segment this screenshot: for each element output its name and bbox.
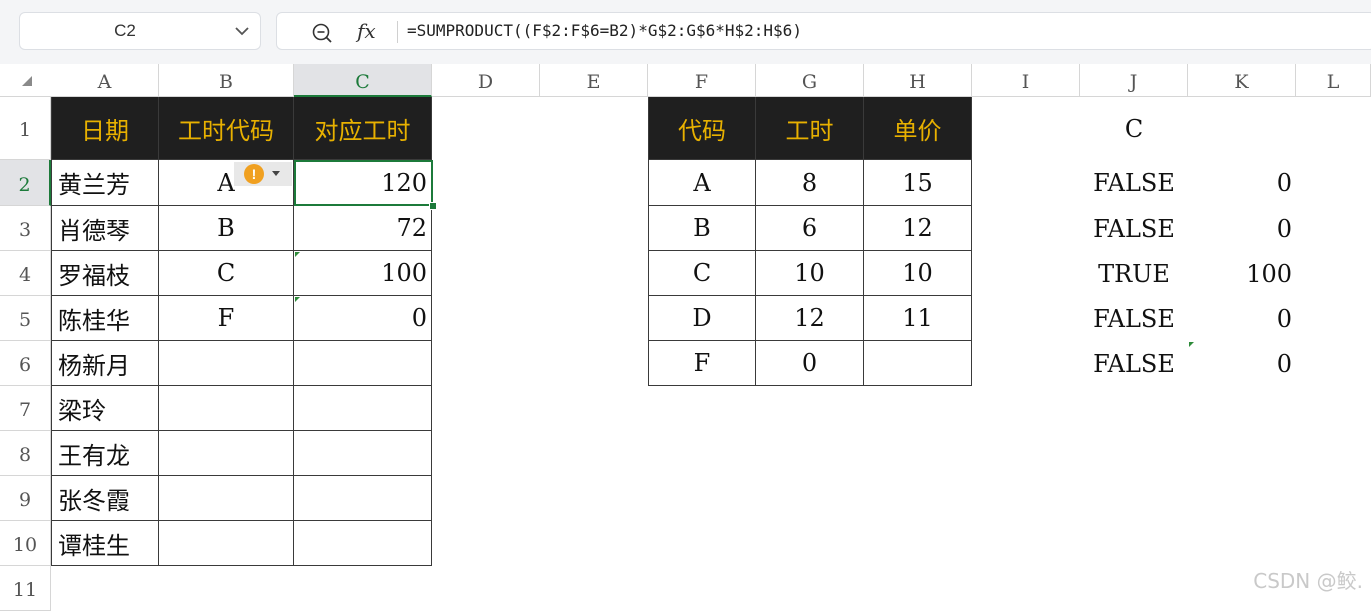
table2-cell[interactable]: 10 (864, 251, 972, 296)
table2-cell[interactable] (864, 341, 972, 386)
table1-code-cell[interactable]: B (159, 206, 294, 251)
table1-code-cell[interactable]: F (159, 296, 294, 341)
column-header-f[interactable]: F (648, 64, 756, 97)
select-all-icon (22, 76, 32, 86)
k-value-cell[interactable]: 0 (1188, 341, 1296, 386)
table2-cell[interactable]: A (648, 160, 756, 206)
zoom-out-icon[interactable] (311, 22, 333, 44)
error-triangle-icon (1189, 342, 1194, 347)
table2-header[interactable]: 单价 (864, 97, 972, 160)
name-box[interactable]: C2 (19, 12, 261, 50)
row-header-7[interactable]: 7 (0, 386, 51, 431)
j-bool-cell[interactable]: FALSE (1080, 296, 1188, 341)
j-bool-cell[interactable]: TRUE (1080, 251, 1188, 296)
formula-divider (397, 21, 398, 43)
row-header-6[interactable]: 6 (0, 341, 51, 386)
table1-hours-cell[interactable]: 72 (294, 206, 432, 251)
row-header-5[interactable]: 5 (0, 296, 51, 341)
j-bool-cell[interactable]: FALSE (1080, 160, 1188, 206)
table1-hours-cell[interactable]: 100 (294, 251, 432, 296)
table2-cell[interactable]: C (648, 251, 756, 296)
table2-cell[interactable]: 12 (864, 206, 972, 251)
table1-code-cell[interactable] (159, 476, 294, 521)
table1-name-cell[interactable]: 梁玲 (51, 386, 159, 431)
j-bool-cell[interactable]: FALSE (1080, 206, 1188, 251)
table2-header[interactable]: 代码 (648, 97, 756, 160)
table2-cell[interactable]: 0 (756, 341, 864, 386)
k-value-cell[interactable]: 0 (1188, 206, 1296, 251)
table2-cell[interactable]: 15 (864, 160, 972, 206)
table1-hours-cell[interactable]: 120 (294, 160, 432, 206)
j-bool-cell[interactable]: FALSE (1080, 341, 1188, 386)
table1-hours-cell[interactable]: 0 (294, 296, 432, 341)
row-header-10[interactable]: 10 (0, 521, 51, 566)
table1-hours-cell[interactable] (294, 341, 432, 386)
column-header-l[interactable]: L (1296, 64, 1371, 97)
table1-header[interactable]: 工时代码 (159, 97, 294, 160)
formula-bar[interactable]: fx =SUMPRODUCT((F$2:F$6=B2)*G$2:G$6*H$2:… (276, 12, 1371, 50)
column-header-e[interactable]: E (540, 64, 648, 97)
table1-name-cell[interactable]: 黄兰芳 (51, 160, 159, 206)
fx-icon[interactable]: fx (357, 17, 376, 45)
table1-name-cell[interactable]: 张冬霞 (51, 476, 159, 521)
k-value-cell[interactable]: 0 (1188, 296, 1296, 341)
table2-header[interactable]: 工时 (756, 97, 864, 160)
table1-hours-cell[interactable] (294, 521, 432, 566)
row-header-3[interactable]: 3 (0, 206, 51, 251)
table1-name-cell[interactable]: 肖德琴 (51, 206, 159, 251)
row-header-4[interactable]: 4 (0, 251, 51, 296)
table2-cell[interactable]: F (648, 341, 756, 386)
table2-cell[interactable]: 6 (756, 206, 864, 251)
k-value-cell[interactable]: 0 (1188, 160, 1296, 206)
row-header-9[interactable]: 9 (0, 476, 51, 521)
column-header-j[interactable]: J (1080, 64, 1188, 97)
column-header-c[interactable]: C (294, 64, 432, 97)
watermark: CSDN @鲛. (1253, 569, 1363, 593)
table1-code-cell[interactable] (159, 341, 294, 386)
table1-name-cell[interactable]: 王有龙 (51, 431, 159, 476)
column-header-a[interactable]: A (51, 64, 159, 97)
table1-code-cell[interactable] (159, 386, 294, 431)
table2-cell[interactable]: 10 (756, 251, 864, 296)
table2-cell[interactable]: 11 (864, 296, 972, 341)
column-header-g[interactable]: G (756, 64, 864, 97)
column-header-h[interactable]: H (864, 64, 972, 97)
table1-hours-cell[interactable] (294, 476, 432, 521)
row-header-2[interactable]: 2 (0, 160, 51, 206)
table1-name-cell[interactable]: 谭桂生 (51, 521, 159, 566)
table1-name-cell[interactable]: 罗福枝 (51, 251, 159, 296)
row-header-11[interactable]: 11 (0, 566, 51, 611)
table1-name-cell[interactable]: 杨新月 (51, 341, 159, 386)
column-header-k[interactable]: K (1188, 64, 1296, 97)
error-triangle-icon (295, 297, 300, 302)
table2-cell[interactable]: 12 (756, 296, 864, 341)
table1-hours-cell[interactable] (294, 431, 432, 476)
table1-name-cell[interactable]: 陈桂华 (51, 296, 159, 341)
row-header-8[interactable]: 8 (0, 431, 51, 476)
table1-code-cell[interactable]: C (159, 251, 294, 296)
row-header-1[interactable]: 1 (0, 97, 51, 160)
j1-cell[interactable]: C (1080, 97, 1188, 160)
table1-hours-cell[interactable] (294, 386, 432, 431)
chevron-down-icon[interactable] (234, 24, 250, 38)
table1-header[interactable]: 对应工时 (294, 97, 432, 160)
table1-code-cell[interactable] (159, 431, 294, 476)
table2-cell[interactable]: 8 (756, 160, 864, 206)
error-indicator[interactable]: ! (234, 162, 292, 186)
column-header-i[interactable]: I (972, 64, 1080, 97)
table2-cell[interactable]: B (648, 206, 756, 251)
table1-code-cell[interactable] (159, 521, 294, 566)
table2-cell[interactable]: D (648, 296, 756, 341)
column-header-d[interactable]: D (432, 64, 540, 97)
column-header-b[interactable]: B (159, 64, 294, 97)
fill-handle[interactable] (429, 202, 437, 210)
warning-icon[interactable]: ! (244, 164, 264, 184)
k-value-cell[interactable]: 100 (1188, 251, 1296, 296)
error-triangle-icon (295, 252, 300, 257)
cell-reference: C2 (114, 21, 136, 40)
formula-input[interactable]: =SUMPRODUCT((F$2:F$6=B2)*G$2:G$6*H$2:H$6… (407, 13, 802, 49)
chevron-down-icon[interactable] (272, 171, 280, 176)
table1-header[interactable]: 日期 (51, 97, 159, 160)
